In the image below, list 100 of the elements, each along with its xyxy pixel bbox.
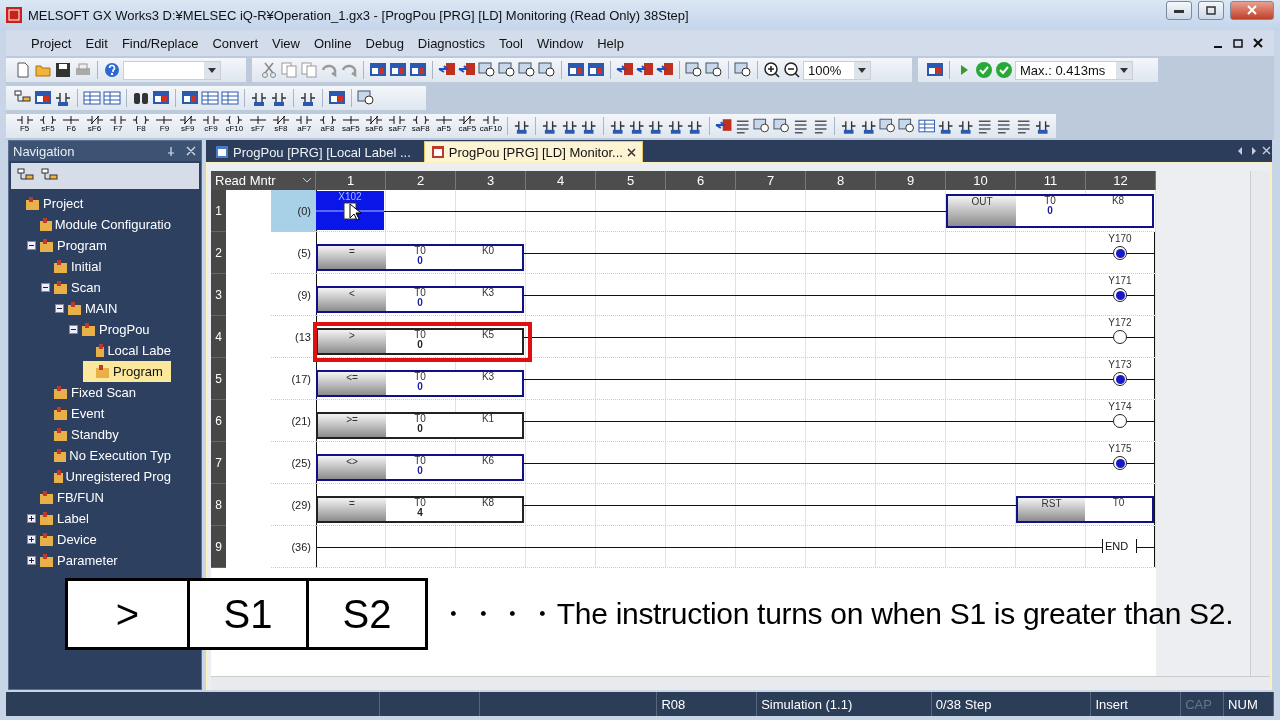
compare-instruction-box[interactable]: <= T0 0 K3	[316, 370, 524, 397]
check-icon[interactable]	[975, 61, 993, 79]
expander-box[interactable]	[41, 283, 50, 292]
tree-item[interactable]: Label	[27, 508, 171, 529]
tree-item[interactable]: Module Configuratio	[27, 214, 171, 235]
table-icon[interactable]	[917, 117, 936, 135]
output-coil[interactable]	[1113, 456, 1127, 470]
list-icon[interactable]	[792, 117, 810, 135]
tree-item[interactable]: FB/FUN	[27, 487, 171, 508]
compare-instruction-box[interactable]: = T0 0 K0	[316, 244, 524, 271]
panel-icon[interactable]	[409, 61, 427, 79]
table-icon[interactable]	[103, 89, 121, 107]
contact-cell[interactable]: X102	[316, 191, 384, 230]
function-key-button[interactable]: saF6	[363, 115, 385, 137]
expander-box[interactable]	[27, 556, 36, 565]
expander-box[interactable]	[69, 325, 78, 334]
output-coil[interactable]	[1113, 246, 1127, 260]
pin-close-icon[interactable]	[167, 146, 197, 156]
menu-item[interactable]: Edit	[78, 32, 115, 54]
menu-item[interactable]: Find/Replace	[114, 32, 206, 54]
tree-item[interactable]: No Execution Typ	[41, 445, 171, 466]
panel-icon[interactable]	[328, 89, 346, 107]
vertical-scrollbar[interactable]	[1250, 171, 1270, 676]
scan-time-combo[interactable]: Max.: 0.413ms	[1015, 60, 1133, 80]
panel-icon[interactable]	[926, 61, 944, 79]
tree-item[interactable]: ProgPou	[69, 319, 171, 340]
menu-item[interactable]: Tool	[492, 32, 530, 54]
dropdown-button[interactable]	[1116, 61, 1132, 79]
menu-item[interactable]: Debug	[358, 32, 411, 54]
tree-item[interactable]: Local Labe	[83, 340, 171, 361]
expander-box[interactable]	[27, 535, 36, 544]
expander-box[interactable]	[27, 241, 36, 250]
function-key-button[interactable]: sF5	[37, 115, 59, 137]
function-key-button[interactable]: F9	[153, 115, 176, 137]
list-icon[interactable]	[734, 117, 752, 135]
instruction-box[interactable]: OUT T0 0 K8	[946, 194, 1154, 228]
table-icon[interactable]	[221, 89, 239, 107]
function-key-button[interactable]: sF9	[177, 115, 199, 137]
menu-item[interactable]: Convert	[205, 32, 265, 54]
expander-box[interactable]	[55, 304, 64, 313]
dropdown-button[interactable]	[204, 61, 220, 79]
function-key-button[interactable]: cF9	[200, 115, 222, 137]
panel-icon[interactable]	[369, 61, 387, 79]
panel-icon[interactable]	[567, 61, 585, 79]
function-key-button[interactable]: F7	[107, 115, 129, 137]
compare-instruction-box[interactable]: >= T0 0 K1	[316, 412, 524, 439]
editor-tab[interactable]: ProgPou [PRG] [Local Label ...	[208, 141, 418, 162]
function-key-button[interactable]: caF10	[479, 115, 502, 137]
tree-item[interactable]: Unregistered Prog	[41, 466, 171, 487]
function-key-button[interactable]: cF10	[223, 115, 245, 137]
panel-icon[interactable]	[587, 61, 605, 79]
tree-item[interactable]: Program	[27, 235, 171, 256]
function-key-button[interactable]: F6	[60, 115, 82, 137]
caret-icon[interactable]	[303, 178, 311, 183]
tree-item[interactable]: Standby	[41, 424, 171, 445]
tree-item[interactable]: Project	[13, 193, 171, 214]
maximize-button[interactable]	[1198, 0, 1224, 20]
output-coil[interactable]	[1113, 372, 1127, 386]
function-key-button[interactable]: saF8	[410, 115, 432, 137]
list-icon[interactable]	[995, 117, 1013, 135]
function-key-button[interactable]: aF8	[316, 115, 339, 137]
compare-instruction-box[interactable]: > T0 0 K5	[316, 328, 524, 355]
panel-icon[interactable]	[152, 89, 170, 107]
compare-instruction-box[interactable]: <> T0 0 K6	[316, 454, 524, 481]
panel-icon[interactable]	[34, 89, 52, 107]
function-key-button[interactable]: saF5	[340, 115, 362, 137]
output-coil[interactable]	[1113, 414, 1127, 428]
menu-item[interactable]: Online	[306, 32, 359, 54]
function-key-button[interactable]: caF5	[456, 115, 478, 137]
panel-icon[interactable]	[389, 61, 407, 79]
output-coil[interactable]	[1113, 288, 1127, 302]
document-window-controls-icon[interactable]	[1212, 37, 1266, 49]
compare-instruction-box[interactable]: < T0 0 K3	[316, 286, 524, 313]
function-key-button[interactable]: sF7	[246, 115, 269, 137]
instruction-box[interactable]: RST T0	[1016, 496, 1154, 523]
close-icon[interactable]	[626, 147, 636, 157]
function-key-button[interactable]: aF7	[293, 115, 315, 137]
zoom-in-icon[interactable]	[763, 61, 781, 79]
tree-item[interactable]: Parameter	[27, 550, 171, 571]
expander-box[interactable]	[27, 514, 36, 523]
function-key-button[interactable]: sF6	[83, 115, 106, 137]
function-key-button[interactable]: F8	[130, 115, 152, 137]
list-icon[interactable]	[976, 117, 994, 135]
zoom-combo[interactable]: 100%	[803, 60, 871, 80]
function-key-button[interactable]: sF8	[270, 115, 292, 137]
function-key-button[interactable]: F5	[14, 115, 36, 137]
table-icon[interactable]	[83, 89, 101, 107]
menu-item[interactable]: Project	[24, 32, 79, 54]
panel-icon[interactable]	[181, 89, 199, 107]
menu-item[interactable]: Diagnostics	[410, 32, 493, 54]
tree-item[interactable]: Event	[41, 403, 171, 424]
tree-item[interactable]: Scan	[41, 277, 171, 298]
minimize-button[interactable]	[1166, 0, 1192, 20]
document-icon[interactable]	[14, 61, 32, 79]
menu-item[interactable]: Help	[590, 32, 631, 54]
tree-item[interactable]: Device	[27, 529, 171, 550]
horizontal-scrollbar[interactable]	[211, 676, 1270, 690]
close-button[interactable]	[1230, 0, 1274, 20]
check-icon[interactable]	[995, 61, 1013, 79]
compare-instruction-box[interactable]: = T0 4 K8	[316, 496, 524, 523]
